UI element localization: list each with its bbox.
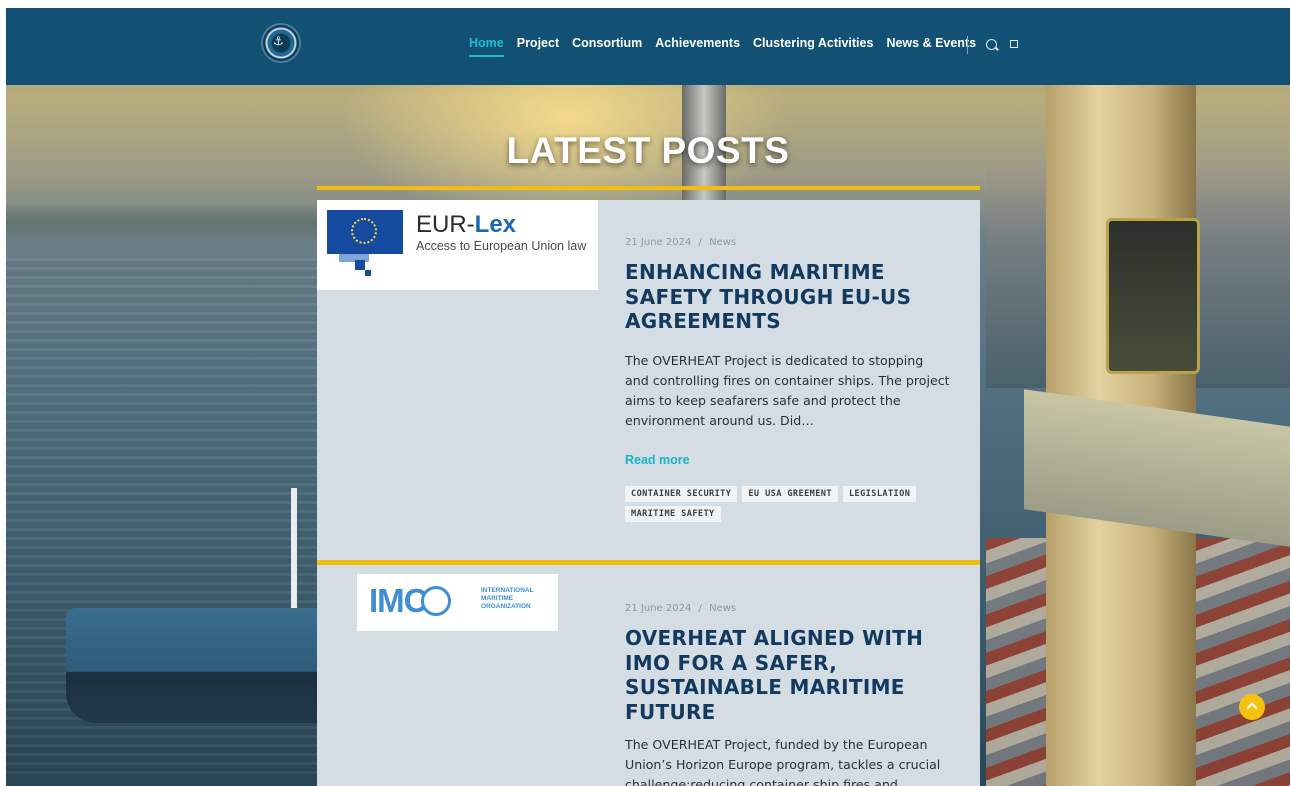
imo-org-name: INTERNATIONAL MARITIME ORGANIZATION bbox=[481, 587, 534, 611]
nav-consortium[interactable]: Consortium bbox=[572, 36, 642, 55]
eu-pixel-icon bbox=[355, 260, 365, 270]
tag-eu-usa-greement[interactable]: EU USA GREEMENT bbox=[742, 486, 838, 502]
background-tug-mast bbox=[291, 488, 297, 618]
tag-container-security[interactable]: CONTAINER SECURITY bbox=[625, 486, 738, 502]
background-tugboat bbox=[66, 608, 326, 723]
eu-flag-icon bbox=[327, 210, 403, 254]
post-thumbnail-eurlex[interactable]: EUR-Lex Access to European Union law bbox=[317, 200, 598, 290]
post-meta: 21 June 2024 / News bbox=[625, 237, 736, 248]
post-title[interactable]: OVERHEAT ALIGNED WITH IMO FOR A SAFER, S… bbox=[625, 626, 935, 724]
tag-legislation[interactable]: LEGISLATION bbox=[842, 486, 917, 502]
imo-org-line: INTERNATIONAL bbox=[481, 587, 534, 594]
post-title[interactable]: ENHANCING MARITIME SAFETY THROUGH EU-US … bbox=[625, 260, 935, 334]
search-icon[interactable] bbox=[986, 39, 997, 50]
nav-achievements[interactable]: Achievements bbox=[655, 36, 740, 55]
eurlex-logo-text: EUR-Lex bbox=[416, 211, 517, 238]
post-date: 21 June 2024 bbox=[625, 603, 692, 614]
site-logo[interactable]: ⚓ bbox=[263, 25, 299, 61]
post-thumbnail-imo[interactable]: IMO INTERNATIONAL MARITIME ORGANIZATION bbox=[357, 574, 558, 631]
background-crane-cab bbox=[1106, 218, 1200, 374]
tag-maritime-safety[interactable]: MARITIME SAFETY bbox=[625, 506, 721, 522]
post-date: 21 June 2024 bbox=[625, 237, 692, 248]
meta-separator: / bbox=[698, 237, 702, 248]
post-excerpt: The OVERHEAT Project is dedicated to sto… bbox=[625, 353, 950, 428]
nav-home[interactable]: Home bbox=[469, 36, 504, 57]
site-header: ⚓ Home Project Consortium Achievements C… bbox=[6, 8, 1290, 85]
meta-separator: / bbox=[698, 603, 702, 614]
post-meta: 21 June 2024 / News bbox=[625, 603, 736, 614]
post-tags: CONTAINER SECURITY EU USA GREEMENT LEGIS… bbox=[625, 486, 960, 522]
imo-emblem-icon bbox=[421, 586, 451, 616]
nav-project[interactable]: Project bbox=[517, 36, 559, 55]
eurlex-tagline: Access to European Union law bbox=[416, 239, 587, 253]
post-card: EUR-Lex Access to European Union law 21 … bbox=[317, 200, 980, 560]
nav-clustering-activities[interactable]: Clustering Activities bbox=[753, 36, 873, 55]
post-category[interactable]: News bbox=[709, 603, 736, 614]
post-card: IMO INTERNATIONAL MARITIME ORGANIZATION … bbox=[317, 565, 980, 786]
read-more-link[interactable]: Read more bbox=[625, 453, 690, 467]
ship-logo-icon: ⚓ bbox=[273, 34, 284, 48]
post-excerpt: The OVERHEAT Project, funded by the Euro… bbox=[625, 737, 941, 786]
square-icon[interactable] bbox=[1010, 40, 1018, 48]
post-category[interactable]: News bbox=[709, 237, 736, 248]
page-title: LATEST POSTS bbox=[506, 130, 790, 171]
imo-org-line: MARITIME bbox=[481, 595, 514, 602]
post-divider bbox=[317, 186, 980, 190]
main-nav: Home Project Consortium Achievements Clu… bbox=[469, 36, 989, 58]
imo-logo-letters: IMO bbox=[369, 582, 429, 619]
imo-org-line: ORGANIZATION bbox=[481, 603, 531, 610]
eu-stars-icon bbox=[351, 218, 377, 244]
nav-news-events[interactable]: News & Events bbox=[886, 36, 976, 55]
scroll-to-top-button[interactable] bbox=[1239, 694, 1265, 720]
eu-pixel-icon bbox=[365, 270, 371, 276]
page-frame: ⚓ Home Project Consortium Achievements C… bbox=[6, 8, 1290, 786]
nav-divider bbox=[967, 36, 968, 54]
